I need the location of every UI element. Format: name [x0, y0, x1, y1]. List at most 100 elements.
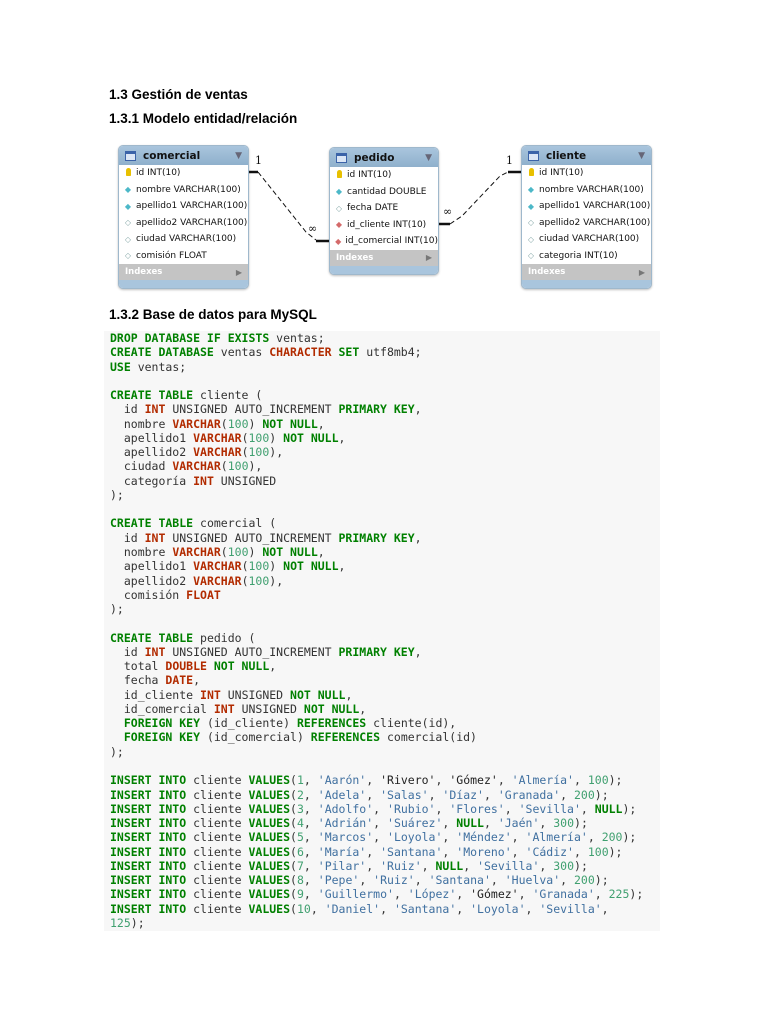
code-token: id: [110, 402, 145, 417]
code-token: VARCHAR: [193, 430, 242, 445]
code-line: categoría INT UNSIGNED: [110, 474, 660, 488]
code-token: );: [130, 915, 145, 930]
diamond-icon: ◆: [335, 187, 343, 197]
code-token: ,: [580, 801, 595, 816]
column-row: ◇ categoria INT(10): [522, 248, 651, 265]
code-token: ,: [303, 844, 318, 859]
code-token: 'Marcos': [317, 830, 374, 845]
code-token: INSERT INTO: [110, 787, 187, 802]
code-token: 'Adrián': [317, 816, 374, 831]
code-token: ,: [511, 844, 526, 859]
indexes-section[interactable]: Indexes ▶: [119, 264, 248, 280]
entity-header[interactable]: comercial ▼: [119, 146, 248, 165]
code-line: apellido1 VARCHAR(100) NOT NULL,: [110, 559, 660, 573]
code-token: ,: [414, 644, 422, 659]
entity-header[interactable]: pedido ▼: [330, 148, 438, 167]
code-token: (: [290, 844, 297, 859]
diamond-icon: ◆: [124, 185, 132, 195]
indexes-section[interactable]: Indexes ▶: [522, 264, 651, 280]
column-row: ◇ ciudad VARCHAR(100): [119, 231, 248, 248]
code-token: ),: [248, 459, 263, 474]
code-token: (: [241, 559, 249, 574]
code-token: (: [241, 573, 249, 588]
code-line: apellido2 VARCHAR(100),: [110, 445, 660, 459]
code-line: INSERT INTO cliente VALUES(6, 'María', '…: [110, 845, 660, 859]
code-token: INSERT INTO: [110, 887, 187, 902]
code-token: ,: [366, 773, 381, 788]
code-token: 'López': [407, 887, 457, 902]
chevron-right-icon[interactable]: ▶: [639, 268, 645, 277]
entity-cliente[interactable]: cliente ▼ id INT(10) ◆ nombre VARCHAR(100) ◆ a…: [521, 145, 652, 289]
code-token: 'Santana': [380, 844, 443, 859]
column-label: cantidad DOUBLE: [347, 186, 427, 197]
code-token: 8: [296, 873, 304, 888]
code-token: );: [622, 830, 637, 845]
code-token: ,: [303, 858, 318, 873]
code-token: 'Ruiz': [373, 873, 415, 888]
code-token: 'Rivero': [380, 773, 436, 788]
code-token: ,: [442, 830, 457, 845]
chevron-down-icon[interactable]: ▼: [235, 151, 242, 161]
column-label: comisión FLOAT: [136, 250, 207, 261]
indexes-section[interactable]: Indexes ▶: [330, 249, 438, 266]
sql-code: DROP DATABASE IF EXISTS ventas; CREATE DA…: [104, 331, 660, 930]
code-token: DROP DATABASE IF EXISTS: [110, 331, 270, 345]
code-token: ,: [366, 844, 381, 859]
code-token: 125: [110, 915, 131, 930]
code-token: total: [110, 659, 166, 674]
indexes-label: Indexes: [336, 252, 374, 263]
code-token: );: [608, 773, 623, 788]
column-row: ◆ id_comercial INT(10): [330, 233, 438, 250]
code-token: ): [269, 430, 284, 445]
code-line: id INT UNSIGNED AUTO_INCREMENT PRIMARY K…: [110, 402, 660, 416]
entity-pedido[interactable]: pedido ▼ id INT(10) ◆ cantidad DOUBLE ◇ fecha …: [329, 147, 439, 275]
code-token: (id_comercial): [200, 730, 311, 745]
code-token: NOT NULL: [283, 430, 339, 445]
entity-comercial[interactable]: comercial ▼ id INT(10) ◆ nombre VARCHAR(100)…: [118, 145, 249, 289]
chevron-right-icon[interactable]: ▶: [426, 253, 432, 262]
code-token: 'Sevilla': [477, 858, 540, 873]
code-line: CREATE TABLE comercial (: [110, 516, 660, 530]
code-token: NULL: [456, 816, 484, 831]
diamond-icon: ◆: [527, 201, 535, 211]
code-token: id_comercial: [110, 701, 214, 716]
code-token: NOT NULL: [303, 701, 360, 716]
column-row: ◆ apellido1 VARCHAR(100): [522, 198, 651, 215]
column-label: apellido1 VARCHAR(100): [136, 201, 248, 212]
code-token: INSERT INTO: [110, 801, 187, 816]
code-token: UNSIGNED: [220, 687, 291, 702]
code-line: );: [110, 488, 660, 502]
column-label: nombre VARCHAR(100): [136, 184, 241, 195]
code-token: 'Granada': [497, 787, 561, 802]
entity-header[interactable]: cliente ▼: [522, 146, 651, 165]
code-token: INT: [213, 701, 235, 716]
code-token: 100: [248, 573, 270, 588]
code-token: nombre: [110, 544, 173, 559]
chevron-down-icon[interactable]: ▼: [425, 153, 432, 163]
code-token: UNSIGNED: [234, 701, 304, 716]
column-row: ◇ apellido2 VARCHAR(100): [522, 215, 651, 232]
table-icon: [528, 150, 539, 161]
code-token: ,: [490, 873, 505, 888]
diamond-icon: ◆: [527, 185, 535, 195]
chevron-right-icon[interactable]: ▶: [236, 268, 242, 277]
code-token: CHARACTER: [269, 345, 332, 360]
column-label: fecha DATE: [347, 203, 399, 214]
code-token: VARCHAR: [172, 459, 221, 474]
code-token: ,: [463, 858, 478, 873]
column-row: ◇ ciudad VARCHAR(100): [522, 231, 651, 248]
diamond-icon: ◇: [124, 234, 132, 244]
code-line: INSERT INTO cliente VALUES(10, 'Daniel',…: [110, 902, 660, 916]
entity-footer: [119, 280, 248, 288]
code-token: 100: [227, 459, 249, 474]
column-row: ◇ comisión FLOAT: [119, 248, 248, 265]
code-token: (: [241, 430, 249, 445]
column-label: apellido2 VARCHAR(100): [136, 217, 248, 228]
diamond-icon: ◇: [527, 251, 535, 261]
key-icon: [334, 170, 344, 180]
code-token: 'Jaén': [497, 816, 540, 831]
code-token: ,: [393, 887, 408, 902]
code-token: cliente (: [193, 388, 263, 403]
code-token: VALUES: [248, 787, 291, 802]
chevron-down-icon[interactable]: ▼: [638, 151, 645, 161]
